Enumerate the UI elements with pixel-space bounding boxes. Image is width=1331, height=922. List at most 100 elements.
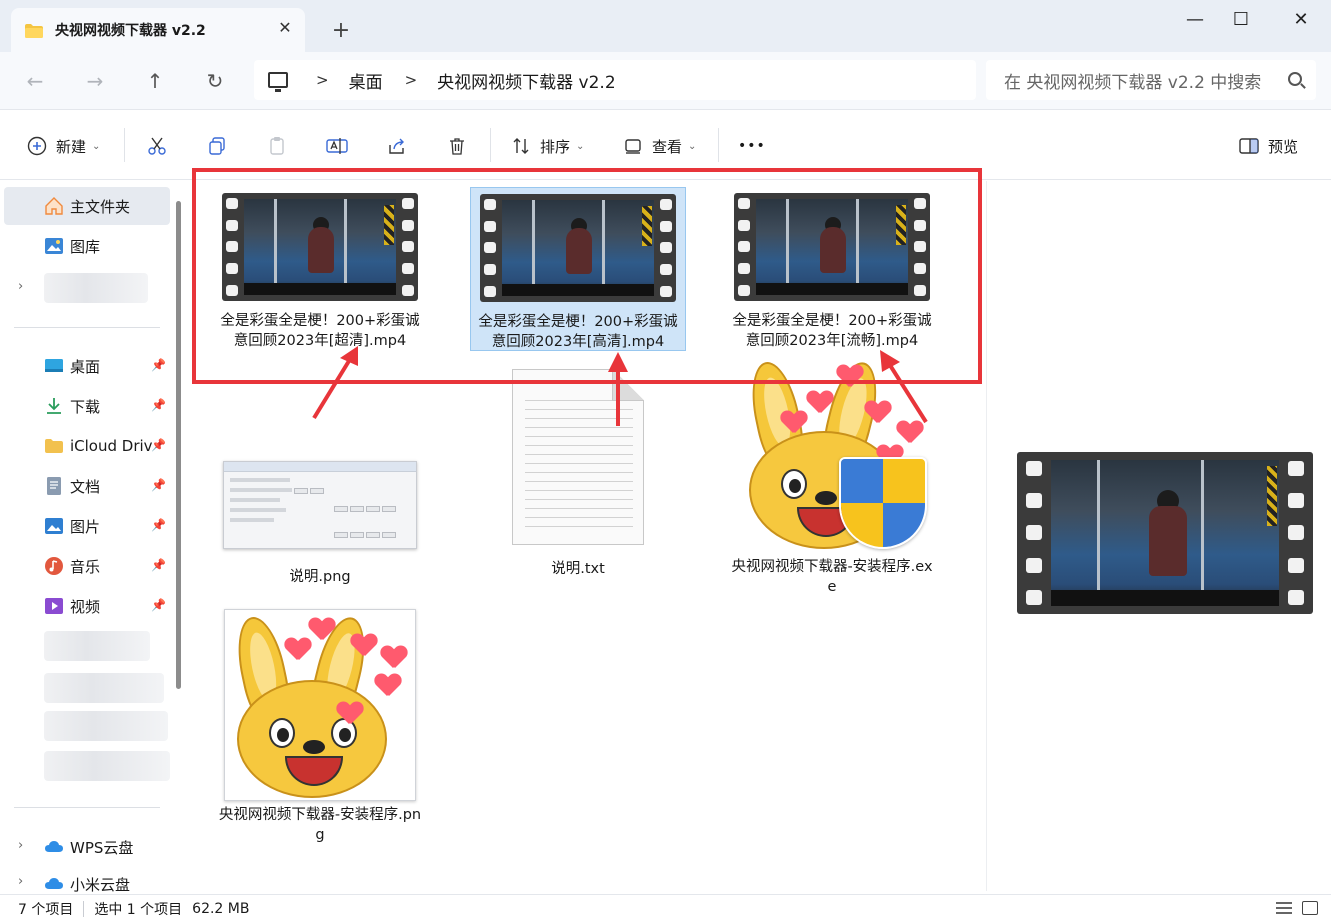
image-thumbnail — [224, 609, 416, 801]
sidebar-divider — [14, 327, 160, 328]
sidebar-item-label: 视频 — [70, 597, 101, 616]
view-button[interactable]: 查看 ⌄ — [622, 133, 696, 159]
expand-chevron-icon[interactable]: › — [18, 838, 23, 853]
sidebar-item-downloads[interactable]: 下载 📌 — [4, 387, 170, 425]
preview-pane — [1017, 452, 1313, 614]
tab-current-folder[interactable]: 央视网视频下载器 v2.2 ✕ — [11, 8, 305, 52]
arrow-annotation — [608, 352, 628, 426]
address-bar[interactable]: > 桌面 > 央视网视频下载器 v2.2 — [254, 60, 976, 100]
rename-icon — [326, 135, 348, 157]
file-item[interactable]: 央视网视频下载器-安装程序.png — [212, 609, 428, 859]
cloud-icon — [44, 874, 64, 894]
sort-button[interactable]: 排序 ⌄ — [510, 133, 584, 159]
navigation-pane: 主文件夹 图库 › 桌面 📌 下载 📌 iCloud Driv 📌 文档 📌 图… — [0, 181, 186, 894]
file-item[interactable]: 说明.png — [212, 461, 428, 585]
new-tab-button[interactable]: + — [330, 20, 352, 42]
download-icon — [44, 396, 64, 416]
search-icon — [1288, 72, 1302, 86]
new-label: 新建 — [56, 137, 87, 156]
sidebar-divider — [14, 807, 160, 808]
this-pc-icon[interactable] — [268, 72, 288, 92]
chevron-down-icon: ⌄ — [688, 140, 697, 152]
sidebar-item-music[interactable]: 音乐 📌 — [4, 547, 170, 585]
search-input[interactable]: 在 央视网视频下载器 v2.2 中搜索 — [986, 60, 1316, 100]
close-tab-button[interactable]: ✕ — [277, 20, 293, 36]
sidebar-item-desktop[interactable]: 桌面 📌 — [4, 347, 170, 385]
breadcrumb-separator[interactable]: > — [405, 71, 418, 89]
share-button[interactable] — [386, 133, 408, 159]
sidebar-item-gallery[interactable]: 图库 — [4, 227, 170, 265]
sidebar-item-xiaomi-cloud[interactable]: › 小米云盘 — [4, 868, 170, 894]
toolbar-divider — [124, 128, 125, 162]
copy-button[interactable] — [206, 133, 228, 159]
sidebar-item-documents[interactable]: 文档 📌 — [4, 467, 170, 505]
new-button[interactable]: 新建 ⌄ — [26, 133, 100, 159]
toolbar-divider — [718, 128, 719, 162]
sidebar-item-pictures[interactable]: 图片 📌 — [4, 507, 170, 545]
forward-button[interactable]: → — [82, 68, 108, 94]
redacted-item — [44, 711, 168, 741]
screenshot-thumbnail — [223, 461, 417, 549]
preview-pane-button[interactable]: 预览 — [1238, 133, 1298, 159]
pin-icon: 📌 — [151, 438, 166, 452]
sidebar-item-videos[interactable]: 视频 📌 — [4, 587, 170, 625]
video-icon — [44, 596, 64, 616]
sidebar-item-label: 小米云盘 — [70, 876, 131, 894]
file-name: 说明.png — [289, 569, 351, 585]
details-view-icon[interactable] — [1276, 901, 1292, 915]
share-icon — [386, 135, 408, 157]
pin-icon: 📌 — [151, 478, 166, 492]
toolbar-divider — [490, 128, 491, 162]
redacted-item — [44, 631, 150, 661]
arrow-annotation — [312, 346, 358, 420]
sort-icon — [510, 135, 532, 157]
document-icon — [44, 476, 64, 496]
video-preview — [1017, 452, 1313, 614]
cut-button[interactable] — [146, 133, 168, 159]
pictures-icon — [44, 516, 64, 536]
home-icon — [44, 196, 64, 216]
file-name: 说明.txt — [551, 561, 605, 577]
sidebar-item-label: 文档 — [70, 477, 101, 496]
sidebar-item-home[interactable]: 主文件夹 — [4, 187, 170, 225]
up-button[interactable]: ↑ — [142, 68, 168, 94]
file-name: 央视网视频下载器-安装程序.exe — [731, 559, 933, 595]
sidebar-item-icloud[interactable]: iCloud Driv 📌 — [4, 427, 170, 465]
clipboard-icon — [266, 135, 288, 157]
file-item[interactable]: 说明.txt — [470, 369, 686, 581]
navigation-bar: ← → ↑ ↻ > 桌面 > 央视网视频下载器 v2.2 在 央视网视频下载器 … — [0, 52, 1331, 110]
title-bar: 央视网视频下载器 v2.2 ✕ + — ☐ ✕ — [0, 0, 1331, 52]
sidebar-scrollbar[interactable] — [176, 201, 181, 689]
expand-chevron-icon[interactable]: › — [18, 874, 23, 889]
search-placeholder: 在 央视网视频下载器 v2.2 中搜索 — [1004, 72, 1262, 93]
tiles-view-icon[interactable] — [1302, 901, 1318, 915]
plus-circle-icon — [26, 135, 48, 157]
more-options-button[interactable]: ••• — [738, 133, 766, 159]
status-divider — [83, 900, 85, 917]
music-icon — [44, 556, 64, 576]
close-window-button[interactable]: ✕ — [1278, 8, 1324, 32]
sidebar-item-label: 音乐 — [70, 557, 101, 576]
preview-pane-icon — [1238, 135, 1260, 157]
sidebar-item-label: 图片 — [70, 517, 101, 536]
folder-icon — [44, 436, 64, 456]
rename-button[interactable] — [326, 133, 348, 159]
folder-icon — [25, 23, 43, 38]
delete-button[interactable] — [446, 133, 468, 159]
sidebar-item-wps-cloud[interactable]: › WPS云盘 — [4, 828, 170, 866]
file-explorer-window: 央视网视频下载器 v2.2 ✕ + — ☐ ✕ ← → ↑ ↻ > 桌面 > 央… — [0, 0, 1331, 922]
breadcrumb-desktop[interactable]: 桌面 — [349, 68, 383, 93]
back-button[interactable]: ← — [22, 68, 48, 94]
minimize-button[interactable]: — — [1172, 8, 1218, 32]
sidebar-item-label: iCloud Driv — [70, 437, 153, 455]
sort-label: 排序 — [540, 137, 571, 156]
pin-icon: 📌 — [151, 518, 166, 532]
breadcrumb-separator[interactable]: > — [316, 71, 329, 89]
refresh-button[interactable]: ↻ — [202, 68, 228, 94]
maximize-button[interactable]: ☐ — [1218, 8, 1264, 32]
sidebar-item-label: 主文件夹 — [70, 197, 131, 216]
expand-chevron-icon[interactable]: › — [18, 279, 23, 294]
redacted-item — [44, 751, 170, 781]
paste-button[interactable] — [266, 133, 288, 159]
breadcrumb-current-folder[interactable]: 央视网视频下载器 v2.2 — [437, 68, 616, 93]
